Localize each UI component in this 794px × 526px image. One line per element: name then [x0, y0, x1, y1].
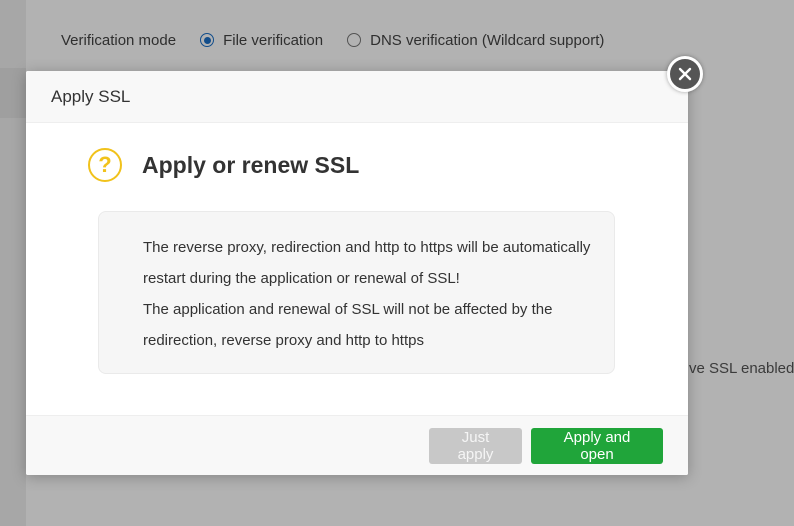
apply-ssl-dialog: Apply SSL ? Apply or renew SSL The rever…: [26, 71, 688, 475]
dialog-heading-row: ? Apply or renew SSL: [88, 148, 359, 182]
message-line: The reverse proxy, redirection and http …: [143, 239, 591, 256]
dialog-header: Apply SSL: [26, 71, 688, 123]
dialog-title: Apply SSL: [51, 86, 131, 106]
close-icon: [678, 67, 692, 81]
message-line: The application and renewal of SSL will …: [143, 301, 553, 318]
dialog-footer: Just apply Apply and open: [26, 415, 688, 475]
message-line: redirection, reverse proxy and http to h…: [143, 332, 424, 349]
just-apply-button[interactable]: Just apply: [429, 427, 522, 464]
apply-and-open-button[interactable]: Apply and open: [531, 427, 663, 464]
dialog-heading: Apply or renew SSL: [142, 151, 360, 178]
message-box: The reverse proxy, redirection and http …: [98, 211, 615, 374]
message-line: restart during the application or renewa…: [143, 270, 460, 287]
question-icon: ?: [88, 148, 122, 182]
close-button[interactable]: [667, 56, 703, 92]
